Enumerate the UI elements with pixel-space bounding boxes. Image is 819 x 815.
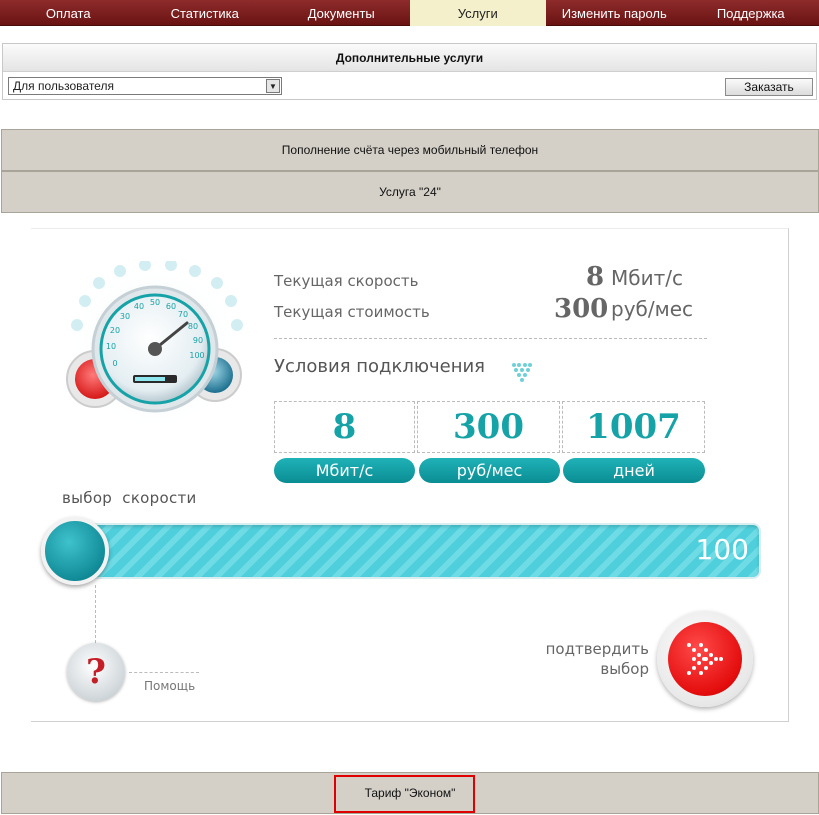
speed-slider-handle[interactable]: [41, 517, 109, 585]
cond-speed-unit: Мбит/с: [274, 458, 415, 483]
current-cost-unit: руб/мес: [611, 297, 693, 321]
current-speed-label: Текущая скорость: [274, 272, 419, 290]
chevron-down-icon[interactable]: [511, 362, 533, 382]
top-nav: Оплата Статистика Документы Услуги Измен…: [0, 0, 819, 26]
speed-widget: 0 10 20 30 40 50 60 70 80 90 100 Текущая скорос…: [31, 228, 789, 722]
cond-speed-value: 8: [274, 401, 415, 453]
confirm-label-line2: выбор: [600, 660, 649, 678]
svg-text:0: 0: [112, 359, 117, 368]
svg-text:50: 50: [150, 298, 160, 307]
conditions-label: Условия подключения: [274, 356, 485, 377]
cond-days-value: 1007: [562, 401, 705, 453]
confirm-button[interactable]: [657, 611, 753, 707]
confirm-label: подтвердить выбор: [521, 639, 649, 679]
slider-value: 100: [695, 533, 749, 566]
nav-item-support[interactable]: Поддержка: [683, 0, 819, 26]
cond-days-unit: дней: [563, 458, 705, 483]
user-service-select-value: Для пользователя: [13, 79, 114, 93]
svg-text:100: 100: [189, 351, 204, 360]
mobile-topup-bar[interactable]: Пополнение счёта через мобильный телефон: [1, 129, 819, 171]
svg-text:60: 60: [166, 302, 176, 311]
confirm-label-line1: подтвердить: [545, 640, 649, 658]
svg-text:80: 80: [188, 322, 198, 331]
nav-item-change-password[interactable]: Изменить пароль: [546, 0, 683, 26]
nav-item-documents[interactable]: Документы: [273, 0, 410, 26]
order-button[interactable]: Заказать: [725, 78, 813, 96]
cond-cost-unit: руб/мес: [419, 458, 560, 483]
divider: [274, 338, 707, 339]
svg-text:10: 10: [106, 342, 116, 351]
svg-text:30: 30: [120, 312, 130, 321]
question-icon: ?: [86, 652, 106, 692]
tariff-highlight-box: [334, 775, 475, 813]
nav-item-statistics[interactable]: Статистика: [137, 0, 274, 26]
help-connector: [95, 585, 96, 643]
svg-text:20: 20: [110, 326, 120, 335]
current-cost-label: Текущая стоимость: [274, 303, 430, 321]
dropdown-arrow-icon[interactable]: ▼: [266, 79, 280, 93]
speedometer-icon: 0 10 20 30 40 50 607080 90 100: [66, 261, 243, 433]
help-divider: [129, 672, 199, 673]
help-button[interactable]: ?: [67, 643, 125, 701]
svg-text:40: 40: [134, 302, 144, 311]
double-chevron-right-icon: [687, 643, 723, 675]
user-service-select[interactable]: Для пользователя ▼: [8, 77, 282, 95]
nav-item-payment[interactable]: Оплата: [0, 0, 137, 26]
current-speed-unit: Мбит/с: [611, 266, 683, 290]
service-24-bar[interactable]: Услуга "24": [1, 171, 819, 213]
current-speed-value: 8: [586, 262, 605, 292]
additional-services-title: Дополнительные услуги: [3, 44, 816, 72]
additional-services-panel: Дополнительные услуги Для пользователя ▼…: [2, 43, 817, 100]
confirm-button-inner: [668, 622, 742, 696]
nav-item-services[interactable]: Услуги: [409, 0, 546, 26]
speed-slider-track[interactable]: 100: [73, 523, 761, 579]
current-cost-value: 300: [554, 294, 609, 324]
cond-cost-value: 300: [417, 401, 560, 453]
speed-select-label: выбор скорости: [62, 489, 197, 507]
svg-text:90: 90: [193, 336, 203, 345]
svg-text:70: 70: [178, 310, 188, 319]
help-label[interactable]: Помощь: [144, 679, 195, 693]
